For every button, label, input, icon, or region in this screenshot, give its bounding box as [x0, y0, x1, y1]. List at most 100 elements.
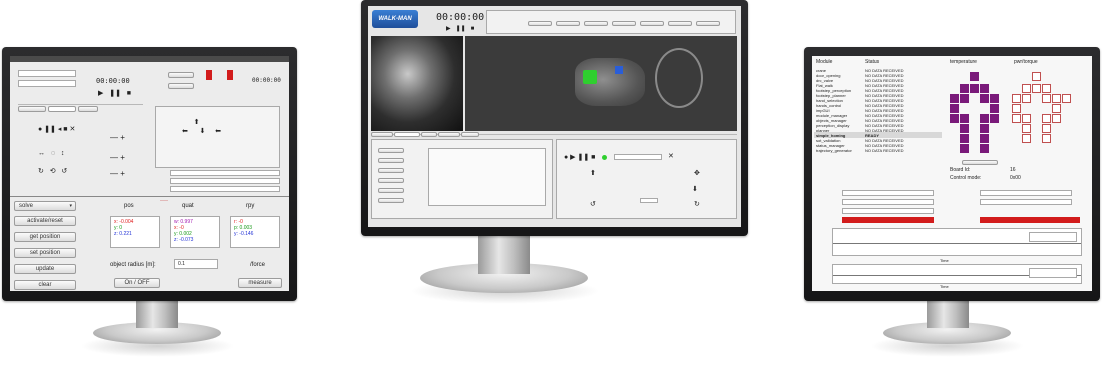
torque-cell[interactable] [1012, 94, 1021, 103]
torque-cell[interactable] [1032, 72, 1041, 81]
object-radius-input[interactable]: 0.1 [174, 259, 218, 269]
toolbar-btn-6[interactable] [668, 21, 692, 26]
torque-cell[interactable] [1042, 94, 1051, 103]
torque-cell[interactable] [1022, 94, 1031, 103]
joint-cell[interactable] [960, 84, 969, 93]
side-btn-1[interactable] [378, 148, 404, 153]
center-play-controls[interactable]: ▶ ❚❚ ■ [446, 26, 474, 32]
side-btn-3[interactable] [378, 168, 404, 173]
nav-arrows[interactable]: ⬆ ⬅ ⬇ ⬅ [182, 118, 221, 136]
joint-cell[interactable] [970, 72, 979, 81]
coords-grid[interactable] [428, 148, 546, 206]
down-icon[interactable]: ⬇ [692, 186, 698, 193]
joint-cell[interactable] [980, 84, 989, 93]
field-left-2[interactable] [842, 199, 934, 205]
param-field-2[interactable] [170, 178, 280, 184]
joint-cell[interactable] [950, 104, 959, 113]
lower-tab-5[interactable] [461, 132, 479, 137]
field-left-1[interactable] [842, 190, 934, 196]
hand-controls-row[interactable]: ● ❚❚ ◂ ■ ✕ [38, 126, 75, 133]
joint-cell[interactable] [980, 134, 989, 143]
close-icon[interactable]: ✕ [668, 153, 674, 160]
torque-cell[interactable] [1042, 84, 1051, 93]
joint-cell[interactable] [960, 124, 969, 133]
move-icon[interactable]: ✥ [694, 170, 700, 177]
field-left-3[interactable] [842, 208, 934, 214]
torque-cell[interactable] [1042, 124, 1051, 133]
torque-cell[interactable] [1042, 134, 1051, 143]
lower-tab-1[interactable] [371, 132, 393, 137]
toolbar-btn-7[interactable] [696, 21, 720, 26]
top-left-field[interactable] [18, 70, 76, 77]
lower-tab-4[interactable] [438, 132, 460, 137]
speed-field[interactable] [640, 198, 658, 203]
joint-cell[interactable] [980, 144, 989, 153]
update-button[interactable]: update [14, 264, 76, 274]
toolbar-btn-2[interactable] [556, 21, 580, 26]
torque-cell[interactable] [1012, 114, 1021, 123]
joint-cell[interactable] [990, 114, 999, 123]
torque-cell[interactable] [1052, 114, 1061, 123]
param-field-3[interactable] [170, 186, 280, 192]
control-input[interactable] [614, 154, 662, 160]
torque-cell[interactable] [1022, 124, 1031, 133]
joint-cell[interactable] [960, 144, 969, 153]
get-position-button[interactable]: get position [14, 232, 76, 242]
joint-cell[interactable] [960, 94, 969, 103]
torque-cell[interactable] [1012, 104, 1021, 113]
joint-cell[interactable] [990, 94, 999, 103]
top-left-field-2[interactable] [18, 80, 76, 87]
side-btn-2[interactable] [378, 158, 404, 163]
solver-select[interactable]: solve ▾ [14, 201, 76, 211]
top-button-1[interactable] [168, 72, 194, 78]
toolbar-btn-3[interactable] [584, 21, 608, 26]
field-right-2[interactable] [980, 199, 1072, 205]
joint-cell[interactable] [980, 124, 989, 133]
torque-cell[interactable] [1022, 84, 1031, 93]
play-controls[interactable]: ▶ ❚❚ ■ [98, 90, 131, 97]
top-button-2[interactable] [168, 83, 194, 89]
tab-3[interactable] [78, 106, 98, 112]
param-field-1[interactable] [170, 170, 280, 176]
torque-cell[interactable] [1032, 84, 1041, 93]
torque-cell[interactable] [1062, 94, 1071, 103]
up-arrow-icon[interactable]: ⬆ [590, 170, 596, 177]
rotate-left-icon[interactable]: ↺ [590, 201, 596, 208]
plus-minus-3[interactable]: — + [110, 170, 125, 178]
joint-cell[interactable] [960, 134, 969, 143]
side-btn-4[interactable] [378, 178, 404, 183]
measure-button[interactable]: measure [238, 278, 282, 288]
joint-cell[interactable] [950, 114, 959, 123]
joint-cell[interactable] [980, 94, 989, 103]
joint-cell[interactable] [950, 94, 959, 103]
joint-cell[interactable] [980, 114, 989, 123]
field-right-1[interactable] [980, 190, 1072, 196]
torque-cell[interactable] [1052, 104, 1061, 113]
lower-tab-3[interactable] [421, 132, 437, 137]
side-btn-5[interactable] [378, 188, 404, 193]
activate-reset-button[interactable]: activate/reset [14, 216, 76, 226]
rotate-right-icon[interactable]: ↻ [694, 201, 700, 208]
torque-cell[interactable] [1052, 94, 1061, 103]
rotate-controls[interactable]: ↻ ⟲ ↺ [38, 168, 67, 175]
joint-cell[interactable] [970, 84, 979, 93]
torque-cell[interactable] [1022, 134, 1031, 143]
module-name[interactable]: trajectory_generator [816, 148, 852, 153]
toolbar-btn-4[interactable] [612, 21, 636, 26]
clear-button[interactable]: clear [14, 280, 76, 290]
lower-tab-2[interactable] [394, 132, 420, 137]
3d-viewport[interactable] [465, 36, 737, 131]
plus-minus-1[interactable]: — + [110, 134, 125, 142]
tab-2[interactable] [48, 106, 76, 112]
board-button[interactable] [962, 160, 998, 165]
control-play-row[interactable]: ● ▶ ❚❚ ■ [564, 154, 595, 161]
torque-cell[interactable] [1042, 114, 1051, 123]
on-off-toggle[interactable]: On / OFF [114, 278, 160, 288]
tab-1[interactable] [18, 106, 46, 112]
set-position-button[interactable]: set position [14, 248, 76, 258]
arrow-controls[interactable]: ↔ ◌ ↕ [38, 150, 64, 157]
joint-cell[interactable] [990, 104, 999, 113]
toolbar-btn-1[interactable] [528, 21, 552, 26]
torque-cell[interactable] [1022, 114, 1031, 123]
toolbar-btn-5[interactable] [640, 21, 664, 26]
